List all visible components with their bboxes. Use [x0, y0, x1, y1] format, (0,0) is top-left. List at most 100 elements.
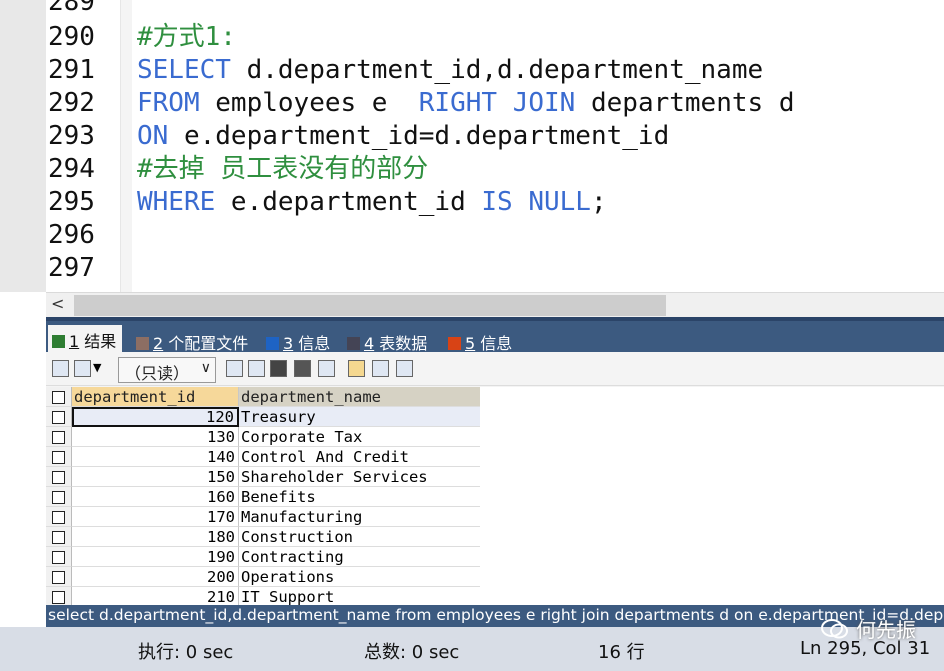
row-checkbox[interactable] — [46, 587, 72, 605]
tab-label: 信息 — [298, 334, 331, 353]
sql-comment: #去掉 员工表没有的部分 — [137, 154, 429, 184]
left-panel-strip — [0, 0, 46, 292]
code-line[interactable]: ON e.department_id=d.department_id — [137, 120, 669, 153]
scrollbar-thumb[interactable] — [74, 295, 666, 316]
scroll-left-icon[interactable]: < — [51, 294, 64, 313]
sql-text: employees e — [199, 88, 419, 118]
row-checkbox[interactable] — [46, 447, 72, 467]
department-id-cell[interactable]: 210 — [72, 587, 239, 605]
sql-keyword: FROM — [137, 88, 200, 118]
column-header[interactable]: department_id — [72, 387, 239, 407]
sql-text: departments d — [575, 88, 795, 118]
info-icon — [266, 337, 279, 350]
line-number: 289 — [48, 0, 95, 17]
wechat-icon — [821, 619, 848, 639]
row-checkbox[interactable] — [46, 467, 72, 487]
table-row[interactable]: 210 IT Support — [46, 587, 480, 605]
result-grid[interactable]: department_id department_name 120 Treasury 1… — [46, 387, 480, 605]
status-bar: 执行: 0 sec 总数: 0 sec 16 行 Ln 295, Col 31 — [0, 627, 944, 671]
sql-keyword: WHERE — [137, 187, 216, 217]
department-name-cell[interactable]: Shareholder Services — [239, 467, 480, 487]
grid-view-icon[interactable] — [348, 360, 365, 377]
department-name-cell[interactable]: IT Support — [239, 587, 480, 605]
watermark-text: 何先振 — [856, 618, 916, 642]
select-all-checkbox[interactable] — [46, 387, 72, 407]
table-row[interactable]: 200 Operations — [46, 567, 480, 587]
department-name-cell[interactable]: Construction — [239, 527, 480, 547]
watermark: 何先振 — [820, 614, 916, 643]
duplicate-row-icon[interactable] — [248, 360, 265, 377]
table-row[interactable]: 130 Corporate Tax — [46, 427, 480, 447]
grid-empty-area — [480, 387, 944, 605]
table-row[interactable]: 120 Treasury — [46, 407, 480, 427]
save-icon[interactable] — [270, 360, 287, 377]
department-id-cell[interactable]: 190 — [72, 547, 239, 567]
department-name-cell[interactable]: Benefits — [239, 487, 480, 507]
delete-icon[interactable] — [294, 360, 311, 377]
department-name-cell[interactable]: Operations — [239, 567, 480, 587]
cancel-icon[interactable] — [318, 360, 335, 377]
column-header[interactable]: department_name — [239, 387, 480, 407]
sql-text: ; — [590, 187, 607, 217]
line-number: 290 — [48, 22, 95, 52]
table-row[interactable]: 190 Contracting — [46, 547, 480, 567]
grid-icon — [52, 335, 65, 348]
table-row[interactable]: 180 Construction — [46, 527, 480, 547]
department-id-cell[interactable]: 120 — [72, 407, 239, 427]
code-line[interactable]: #方式1: — [137, 21, 236, 54]
department-id-cell[interactable]: 130 — [72, 427, 239, 447]
code-line[interactable]: FROM employees e RIGHT JOIN departments … — [137, 87, 794, 120]
line-number: 291 — [48, 55, 95, 85]
sql-keyword: SELECT — [137, 55, 231, 85]
department-name-cell[interactable]: Treasury — [239, 407, 480, 427]
editor-horizontal-scrollbar[interactable]: < — [46, 292, 944, 317]
department-id-cell[interactable]: 150 — [72, 467, 239, 487]
row-checkbox[interactable] — [46, 547, 72, 567]
table-row[interactable]: 140 Control And Credit — [46, 447, 480, 467]
export-icon[interactable] — [52, 360, 69, 377]
row-checkbox[interactable] — [46, 427, 72, 447]
row-checkbox[interactable] — [46, 567, 72, 587]
department-id-cell[interactable]: 200 — [72, 567, 239, 587]
code-line[interactable]: WHERE e.department_id IS NULL; — [137, 186, 607, 219]
line-number: 292 — [48, 88, 95, 118]
department-name-cell[interactable]: Contracting — [239, 547, 480, 567]
line-number: 293 — [48, 121, 95, 151]
insert-row-icon[interactable] — [226, 360, 243, 377]
line-number: 296 — [48, 220, 95, 250]
text-view-icon[interactable] — [396, 360, 413, 377]
sql-editor[interactable]: 289 #方式1: SELECT d.department_id,d.depart… — [0, 0, 944, 292]
tab-number: 1 — [69, 332, 80, 351]
sql-comment: #方式1: — [137, 22, 236, 52]
row-checkbox[interactable] — [46, 407, 72, 427]
form-view-icon[interactable] — [372, 360, 389, 377]
grid-header-row: department_id department_name — [46, 387, 480, 407]
table-row[interactable]: 160 Benefits — [46, 487, 480, 507]
import-icon[interactable] — [74, 360, 91, 377]
table-row[interactable]: 150 Shareholder Services — [46, 467, 480, 487]
department-name-cell[interactable]: Manufacturing — [239, 507, 480, 527]
department-name-cell[interactable]: Control And Credit — [239, 447, 480, 467]
tab-label: 个配置文件 — [168, 334, 249, 353]
department-id-cell[interactable]: 160 — [72, 487, 239, 507]
department-id-cell[interactable]: 170 — [72, 507, 239, 527]
sql-text: e.department_id=d.department_id — [168, 121, 670, 151]
code-line[interactable]: #去掉 员工表没有的部分 — [137, 153, 428, 186]
table-row[interactable]: 170 Manufacturing — [46, 507, 480, 527]
tab-label: 结果 — [84, 332, 117, 351]
history-icon — [448, 337, 461, 350]
total-time: 总数: 0 sec — [364, 642, 460, 663]
department-name-cell[interactable]: Corporate Tax — [239, 427, 480, 447]
chevron-down-icon[interactable]: ▼ — [93, 361, 101, 374]
row-checkbox[interactable] — [46, 507, 72, 527]
department-id-cell[interactable]: 180 — [72, 527, 239, 547]
readonly-select[interactable]: （只读） ∨ — [118, 357, 216, 383]
code-line[interactable]: SELECT d.department_id,d.department_name — [137, 54, 763, 87]
tab-number: 2 — [153, 334, 164, 353]
table-icon — [347, 337, 360, 350]
department-id-cell[interactable]: 140 — [72, 447, 239, 467]
row-checkbox[interactable] — [46, 487, 72, 507]
exec-time: 执行: 0 sec — [138, 642, 234, 663]
results-panel: 1 结果 2 个配置文件 3 信息 4 表数据 5 信息 ▼ （只读） ∨ depart… — [46, 317, 944, 605]
row-checkbox[interactable] — [46, 527, 72, 547]
